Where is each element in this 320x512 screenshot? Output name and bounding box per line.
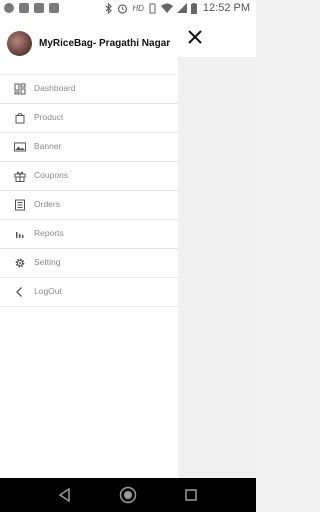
menu-label: LogOut [34, 286, 62, 296]
menu-item-coupons[interactable]: Coupons [0, 162, 178, 191]
recents-square-icon [185, 489, 197, 501]
drawer-header: MyRiceBag- Pragathi Nagar [0, 18, 178, 72]
menu-label: Setting [34, 257, 61, 267]
menu-label: Reports [34, 228, 64, 238]
mail-icon [34, 3, 44, 13]
menu-item-product[interactable]: Product [0, 104, 178, 133]
back-button[interactable] [56, 486, 74, 504]
recents-button[interactable] [182, 486, 200, 504]
menu-item-orders[interactable]: Orders [0, 191, 178, 220]
chevron-left-icon [14, 286, 26, 298]
dashboard-icon [14, 83, 26, 95]
notification-icons [4, 3, 59, 13]
close-drawer-button[interactable] [186, 28, 204, 46]
menu-item-setting[interactable]: Setting [0, 249, 178, 278]
app-notification-icon [19, 3, 29, 13]
alarm-icon [118, 3, 128, 14]
gear-icon [14, 257, 26, 269]
network-type-label: HD [132, 3, 144, 13]
browser-icon [4, 3, 14, 13]
menu-item-reports[interactable]: Reports [0, 220, 178, 249]
menu-item-logout[interactable]: LogOut [0, 278, 178, 307]
navigation-drawer: MyRiceBag- Pragathi Nagar Dashboard Prod… [0, 18, 178, 478]
signal-icon [176, 3, 187, 13]
menu-label: Orders [34, 199, 60, 209]
orders-list-icon [14, 199, 26, 211]
menu-label: Coupons [34, 170, 69, 180]
menu-label: Dashboard [34, 83, 76, 93]
image-icon [49, 3, 59, 13]
system-icons: HD 12:52 PM [105, 2, 250, 14]
vibrate-icon [149, 3, 156, 13]
store-avatar [7, 31, 32, 56]
battery-icon [190, 2, 197, 14]
system-navigation-bar [0, 478, 256, 512]
home-circle-icon [119, 486, 137, 504]
image-icon [14, 141, 26, 153]
shopping-bag-icon [14, 112, 26, 124]
menu-label: Product [34, 112, 64, 122]
bluetooth-icon [105, 2, 113, 14]
bar-chart-icon [14, 228, 26, 240]
wifi-icon [160, 3, 173, 13]
back-triangle-icon [58, 487, 70, 503]
status-bar: HD 12:52 PM [0, 0, 256, 18]
home-button[interactable] [119, 486, 137, 504]
store-name: MyRiceBag- Pragathi Nagar [39, 38, 171, 49]
gift-icon [14, 170, 26, 182]
status-time: 12:52 PM [202, 2, 250, 14]
drawer-menu: Dashboard Product Banner Coupons Orders … [0, 74, 178, 307]
close-icon [188, 30, 202, 44]
menu-item-dashboard[interactable]: Dashboard [0, 75, 178, 104]
menu-label: Banner [34, 141, 62, 151]
scrim-area[interactable] [178, 57, 256, 478]
menu-item-banner[interactable]: Banner [0, 133, 178, 162]
